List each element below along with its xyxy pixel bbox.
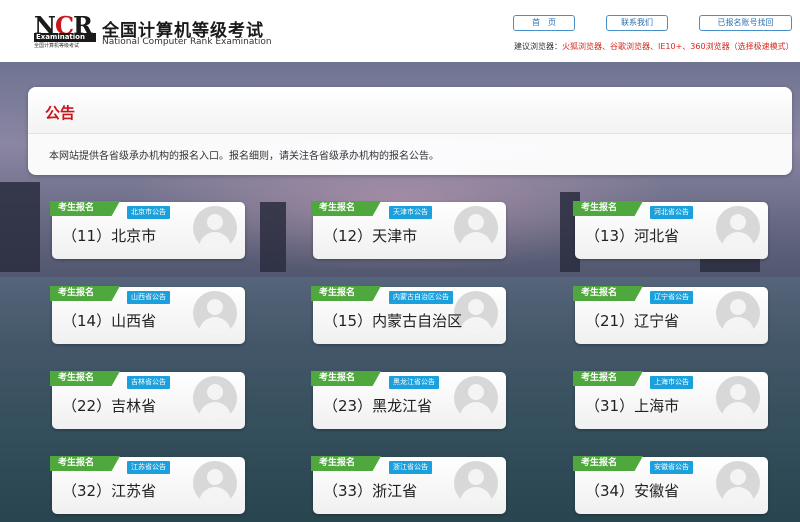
province-name: （11）北京市 <box>62 227 157 245</box>
province-card-anhui[interactable]: 考生报名 安徽省公告 （34）安徽省 <box>573 456 768 514</box>
logo-small-text: 全国计算机等级考试 <box>34 43 80 49</box>
avatar-icon <box>454 206 498 250</box>
avatar-icon <box>716 461 760 505</box>
avatar-icon <box>716 376 760 420</box>
notice-title: 公告 <box>45 104 76 122</box>
register-ribbon: 考生报名 <box>311 201 381 216</box>
province-name: （12）天津市 <box>323 227 418 245</box>
notice-header: 公告 <box>28 87 792 134</box>
province-card-neimenggu[interactable]: 考生报名 内蒙古自治区公告 （15）内蒙古自治区 <box>311 286 506 344</box>
register-ribbon: 考生报名 <box>50 286 120 301</box>
avatar-icon <box>193 461 237 505</box>
announcement-tag[interactable]: 吉林省公告 <box>127 376 170 389</box>
province-name: （13）河北省 <box>585 227 680 245</box>
province-name: （15）内蒙古自治区 <box>323 312 463 330</box>
announcement-tag[interactable]: 黑龙江省公告 <box>389 376 439 389</box>
announcement-tag[interactable]: 内蒙古自治区公告 <box>389 291 453 304</box>
browser-tip: 建议浏览器：火狐浏览器、谷歌浏览器、IE10+、360浏览器（选择极速模式） <box>514 41 794 52</box>
register-ribbon: 考生报名 <box>573 201 643 216</box>
register-ribbon: 考生报名 <box>573 456 643 471</box>
province-name: （22）吉林省 <box>62 397 157 415</box>
site-header: NCR Examination 全国计算机等级考试 全国计算机等级考试 Nati… <box>0 0 800 62</box>
notice-body: 本网站提供各省级承办机构的报名入口。报名细则，请关注各省级承办机构的报名公告。 <box>49 151 439 162</box>
register-ribbon: 考生报名 <box>311 456 381 471</box>
province-card-hebei[interactable]: 考生报名 河北省公告 （13）河北省 <box>573 201 768 259</box>
register-ribbon: 考生报名 <box>50 456 120 471</box>
avatar-icon <box>193 206 237 250</box>
province-name: （34）安徽省 <box>585 482 680 500</box>
register-ribbon: 考生报名 <box>311 371 381 386</box>
announcement-tag[interactable]: 江苏省公告 <box>127 461 170 474</box>
announcement-tag[interactable]: 安徽省公告 <box>650 461 693 474</box>
province-card-zhejiang[interactable]: 考生报名 浙江省公告 （33）浙江省 <box>311 456 506 514</box>
find-account-button[interactable]: 已报名账号找回 <box>699 15 792 31</box>
register-ribbon: 考生报名 <box>311 286 381 301</box>
avatar-icon <box>454 461 498 505</box>
province-name: （32）江苏省 <box>62 482 157 500</box>
province-card-jilin[interactable]: 考生报名 吉林省公告 （22）吉林省 <box>50 371 245 429</box>
announcement-tag[interactable]: 北京市公告 <box>127 206 170 219</box>
announcement-tag[interactable]: 河北省公告 <box>650 206 693 219</box>
avatar-icon <box>716 291 760 335</box>
avatar-icon <box>193 376 237 420</box>
ncr-logo[interactable]: NCR Examination 全国计算机等级考试 <box>34 11 96 49</box>
notice-panel: 公告 本网站提供各省级承办机构的报名入口。报名细则，请关注各省级承办机构的报名公… <box>28 87 792 175</box>
browser-tip-label: 建议浏览器： <box>514 42 562 51</box>
logo-band: Examination <box>34 33 96 42</box>
announcement-tag[interactable]: 天津市公告 <box>389 206 432 219</box>
announcement-tag[interactable]: 上海市公告 <box>650 376 693 389</box>
announcement-tag[interactable]: 浙江省公告 <box>389 461 432 474</box>
province-card-shanxi[interactable]: 考生报名 山西省公告 （14）山西省 <box>50 286 245 344</box>
province-card-shanghai[interactable]: 考生报名 上海市公告 （31）上海市 <box>573 371 768 429</box>
province-name: （21）辽宁省 <box>585 312 680 330</box>
browser-tip-list: 火狐浏览器、谷歌浏览器、IE10+、360浏览器（选择极速模式） <box>562 42 794 51</box>
avatar-icon <box>454 376 498 420</box>
province-card-tianjin[interactable]: 考生报名 天津市公告 （12）天津市 <box>311 201 506 259</box>
building <box>0 182 40 272</box>
announcement-tag[interactable]: 辽宁省公告 <box>650 291 693 304</box>
building <box>260 202 286 272</box>
register-ribbon: 考生报名 <box>573 371 643 386</box>
province-card-jiangsu[interactable]: 考生报名 江苏省公告 （32）江苏省 <box>50 456 245 514</box>
province-name: （14）山西省 <box>62 312 157 330</box>
register-ribbon: 考生报名 <box>50 201 120 216</box>
avatar-icon <box>716 206 760 250</box>
province-name: （33）浙江省 <box>323 482 418 500</box>
home-button[interactable]: 首 页 <box>513 15 575 31</box>
avatar-icon <box>193 291 237 335</box>
province-name: （31）上海市 <box>585 397 680 415</box>
province-card-beijing[interactable]: 考生报名 北京市公告 （11）北京市 <box>50 201 245 259</box>
province-card-liaoning[interactable]: 考生报名 辽宁省公告 （21）辽宁省 <box>573 286 768 344</box>
register-ribbon: 考生报名 <box>50 371 120 386</box>
register-ribbon: 考生报名 <box>573 286 643 301</box>
province-card-heilongjiang[interactable]: 考生报名 黑龙江省公告 （23）黑龙江省 <box>311 371 506 429</box>
contact-button[interactable]: 联系我们 <box>606 15 668 31</box>
announcement-tag[interactable]: 山西省公告 <box>127 291 170 304</box>
site-subtitle: National Computer Rank Examination <box>102 37 272 47</box>
province-name: （23）黑龙江省 <box>323 397 433 415</box>
